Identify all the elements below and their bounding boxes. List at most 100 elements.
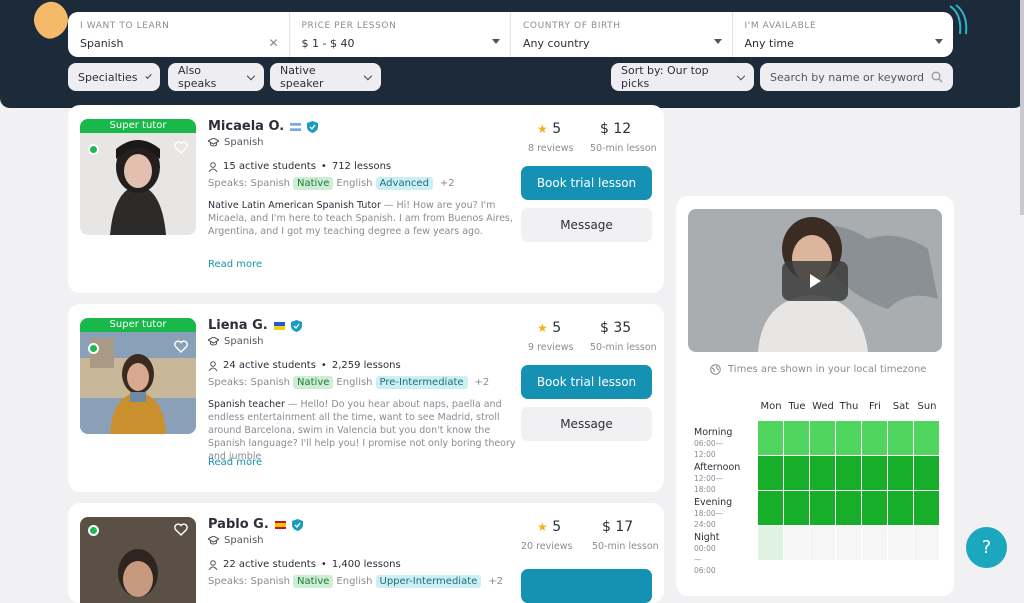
tutor-photo[interactable] — [80, 517, 196, 603]
tutor-portrait-image — [80, 318, 196, 434]
tutor-description: Spanish teacher — Hello! Do you hear abo… — [208, 398, 516, 463]
tutor-headline: Spanish teacher — [208, 399, 285, 410]
level-tag: Advanced — [375, 177, 433, 190]
verified-shield-icon — [291, 518, 303, 531]
tutor-name[interactable]: Liena G. — [208, 318, 302, 333]
clear-icon[interactable]: ✕ — [268, 36, 278, 50]
more-languages: +2 — [474, 377, 490, 388]
lesson-duration: 50-min lesson — [592, 541, 659, 552]
message-button[interactable]: Message — [521, 407, 652, 441]
lesson-duration: 50-min lesson — [590, 342, 657, 353]
availability-cell — [914, 491, 939, 525]
availability-cell — [784, 526, 809, 560]
availability-cell — [888, 421, 913, 455]
verified-shield-icon — [290, 319, 302, 332]
filter-bar: I WANT TO LEARN Spanish ✕ PRICE PER LESS… — [68, 12, 953, 57]
search-icon — [931, 71, 943, 83]
tutor-stats: 22 active students • 1,400 lessons — [208, 559, 401, 570]
tutor-preview-panel: Times are shown in your local timezone M… — [676, 196, 954, 596]
tutor-description: Native Latin American Spanish Tutor — Hi… — [208, 199, 513, 238]
availability-cell — [862, 421, 887, 455]
read-more-link[interactable]: Read more — [208, 259, 262, 270]
availability-cell — [758, 456, 783, 490]
reviews-count: 9 reviews — [528, 342, 574, 353]
page-scrollbar[interactable] — [1020, 0, 1024, 215]
star-icon: ★ — [537, 122, 548, 136]
filter-country-label: COUNTRY OF BIRTH — [523, 21, 621, 31]
search-header: I WANT TO LEARN Spanish ✕ PRICE PER LESS… — [0, 0, 1024, 108]
availability-cell — [914, 421, 939, 455]
search-input[interactable]: Search by name or keyword — [760, 63, 953, 91]
rating-value: ★ 5 — [537, 320, 562, 336]
heart-icon[interactable] — [174, 141, 188, 154]
availability-cell — [810, 526, 835, 560]
online-status-dot — [88, 525, 99, 536]
book-trial-button[interactable]: Book trial lesson — [521, 365, 652, 399]
filter-price[interactable]: PRICE PER LESSON $ 1 - $ 40 — [288, 12, 511, 57]
tutor-photo[interactable]: Super tutor — [80, 318, 196, 434]
more-languages: +2 — [439, 178, 455, 189]
person-icon — [208, 559, 218, 570]
also-speaks-dropdown[interactable]: Also speaks — [168, 63, 264, 91]
specialties-dropdown[interactable]: Specialties — [68, 63, 160, 91]
chevron-down-icon — [144, 72, 152, 79]
tutor-languages: Speaks: Spanish Native English Pre-Inter… — [208, 376, 489, 389]
day-label: Sun — [917, 401, 937, 412]
heart-icon[interactable] — [174, 340, 188, 353]
chevron-down-icon — [737, 71, 746, 80]
book-trial-button[interactable] — [521, 569, 652, 603]
intro-video[interactable] — [688, 209, 942, 352]
rating-value: ★ 5 — [537, 519, 562, 535]
lessons-count: 1,400 lessons — [331, 559, 401, 570]
availability-cell — [810, 456, 835, 490]
filter-available-label: I'M AVAILABLE — [744, 21, 817, 31]
level-tag: Pre-Intermediate — [375, 376, 468, 389]
timezone-text: Times are shown in your local timezone — [728, 364, 927, 375]
sort-dropdown[interactable]: Sort by: Our top picks — [611, 63, 754, 91]
filter-learn[interactable]: I WANT TO LEARN Spanish ✕ — [68, 12, 289, 57]
price-value: $ 17 — [602, 519, 634, 535]
help-button[interactable]: ? — [966, 527, 1007, 568]
chevron-down-icon — [364, 71, 373, 80]
native-tag: Native — [293, 177, 334, 190]
person-icon — [208, 161, 218, 172]
spain-flag-icon — [274, 520, 286, 529]
tutor-portrait-image — [80, 119, 196, 235]
tutor-stats: 24 active students • 2,259 lessons — [208, 360, 401, 371]
filter-available[interactable]: I'M AVAILABLE Any time — [731, 12, 954, 57]
play-button[interactable] — [782, 261, 848, 301]
availability-cell — [888, 491, 913, 525]
tutor-subject: Spanish — [208, 535, 264, 546]
tutor-subject: Spanish — [208, 137, 264, 148]
price-value: $ 12 — [600, 121, 632, 137]
availability-cell — [836, 421, 861, 455]
tutor-card[interactable]: Pablo G. Spanish 22 active students • 1,… — [68, 503, 664, 603]
online-status-dot — [88, 144, 99, 155]
availability-cell — [758, 526, 783, 560]
tutor-card[interactable]: Super tutor Micaela O. Spanish 15 active… — [68, 105, 664, 293]
book-trial-button[interactable]: Book trial lesson — [521, 166, 652, 200]
day-label: Wed — [812, 401, 834, 412]
tutor-name[interactable]: Micaela O. — [208, 119, 319, 134]
tutor-photo[interactable]: Super tutor — [80, 119, 196, 235]
caret-down-icon — [935, 39, 943, 44]
caret-down-icon — [492, 39, 500, 44]
native-speaker-dropdown[interactable]: Native speaker — [270, 63, 381, 91]
heart-icon[interactable] — [174, 523, 188, 536]
brand-logo — [29, 0, 73, 43]
tutor-name[interactable]: Pablo G. — [208, 517, 303, 532]
read-more-link[interactable]: Read more — [208, 457, 262, 468]
message-button[interactable]: Message — [521, 208, 652, 242]
filter-country[interactable]: COUNTRY OF BIRTH Any country — [510, 12, 732, 57]
tutor-name-text: Pablo G. — [208, 517, 269, 532]
graduation-cap-icon — [208, 138, 219, 147]
day-label: Thu — [839, 401, 859, 412]
lessons-count: 712 lessons — [331, 161, 392, 172]
star-icon: ★ — [537, 321, 548, 335]
price-value: $ 35 — [600, 320, 632, 336]
availability-cell — [836, 526, 861, 560]
availability-cell — [810, 491, 835, 525]
availability-cell — [784, 491, 809, 525]
tutor-card[interactable]: Super tutor Liena G. Spanish 24 active s… — [68, 304, 664, 492]
graduation-cap-icon — [208, 337, 219, 346]
